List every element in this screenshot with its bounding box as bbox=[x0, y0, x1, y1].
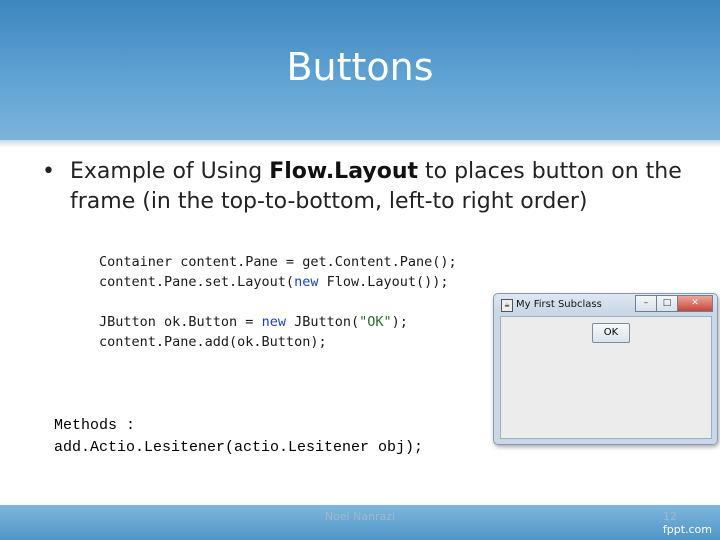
bullet-text-prefix: Example of Using bbox=[70, 159, 270, 184]
bullet-text-bold: Flow.Layout bbox=[269, 159, 418, 184]
minimize-button[interactable]: – bbox=[635, 295, 657, 312]
java-content-pane: OK bbox=[500, 316, 712, 439]
page-number: 12 bbox=[663, 510, 677, 523]
code-line-4: content.Pane.add(ok.Button); bbox=[99, 334, 327, 350]
maximize-button[interactable]: □ bbox=[656, 295, 678, 312]
code-string-ok: "OK" bbox=[359, 314, 392, 330]
code-line-2-start: content.Pane.set.Layout( bbox=[99, 274, 295, 290]
code-line-3-end: ); bbox=[391, 314, 408, 330]
code-line-3: JButton ok.Button = new JButton("OK"); bbox=[99, 314, 408, 330]
code-keyword-new-2: new bbox=[261, 314, 286, 330]
java-app-icon: ☕ bbox=[501, 299, 513, 312]
window-controls: – □ ✕ bbox=[635, 295, 713, 312]
code-line-3-start: JButton ok.Button = bbox=[99, 314, 262, 330]
close-button[interactable]: ✕ bbox=[677, 295, 713, 312]
code-line-2: content.Pane.set.Layout(new Flow.Layout(… bbox=[99, 274, 449, 290]
code-keyword-new: new bbox=[294, 274, 319, 290]
code-line-2-end: Flow.Layout()); bbox=[318, 274, 449, 290]
bullet-dot-icon: • bbox=[42, 159, 55, 184]
java-window-title: My First Subclass bbox=[516, 299, 602, 310]
ok-button[interactable]: OK bbox=[592, 323, 630, 343]
footer-author: Noel Nanrazi bbox=[324, 510, 396, 523]
code-line-3-mid: JButton( bbox=[285, 314, 360, 330]
code-line-1: Container content.Pane = get.Content.Pan… bbox=[99, 254, 457, 270]
slide-title: Buttons bbox=[286, 45, 434, 89]
methods-signature: add.Actio.Lesitener(actio.Lesitener obj)… bbox=[54, 439, 424, 456]
bullet-text: Example of Using Flow.Layout to places b… bbox=[70, 157, 700, 217]
methods-label: Methods : bbox=[54, 417, 136, 434]
brand-watermark: fppt.com bbox=[662, 523, 712, 536]
java-frame-window: ☕ My First Subclass – □ ✕ OK bbox=[493, 293, 718, 445]
